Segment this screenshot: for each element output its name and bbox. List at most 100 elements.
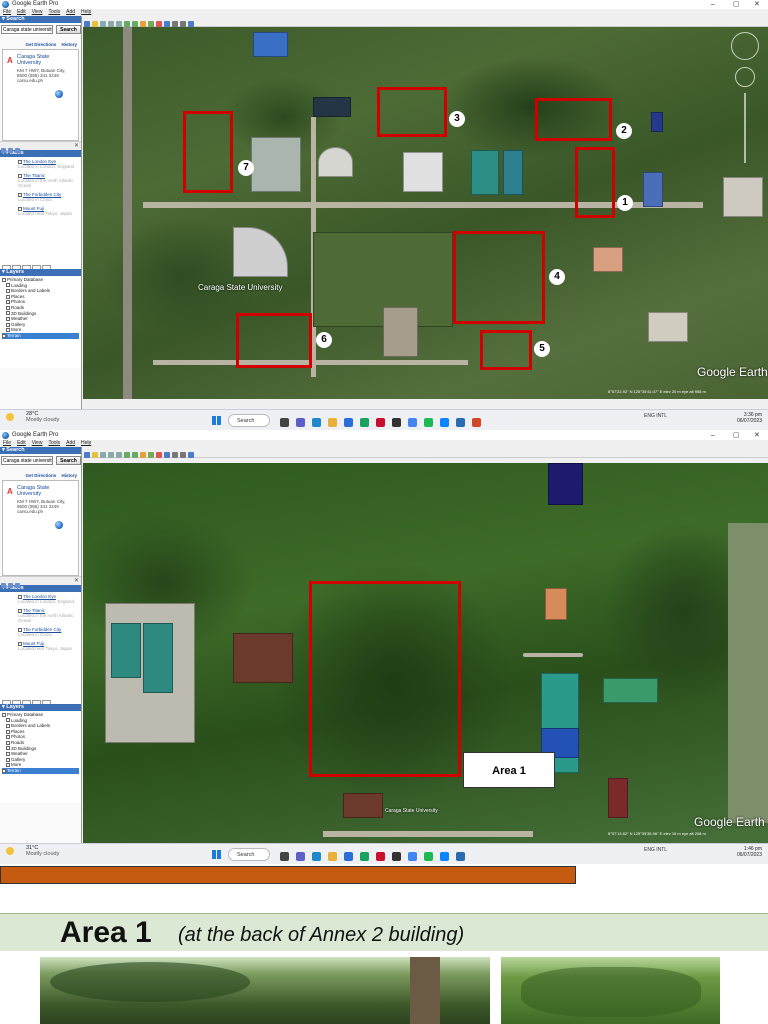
result-name[interactable]: Caraga State University: [17, 485, 57, 497]
checkbox[interactable]: [6, 751, 10, 756]
search-places-button[interactable]: [2, 700, 11, 704]
search-panel-header[interactable]: ▾ Search: [0, 447, 81, 454]
polygon-icon[interactable]: [100, 452, 106, 458]
checkbox[interactable]: [6, 735, 10, 740]
place-item[interactable]: Mount Fuji Located near Tokyo, Japan: [18, 206, 79, 216]
checkbox[interactable]: [6, 328, 10, 333]
menu-view[interactable]: View: [32, 440, 43, 446]
clock[interactable]: 1:46 pm 06/07/2023: [737, 846, 762, 858]
checkbox[interactable]: [6, 746, 10, 751]
maps-app-icon[interactable]: [360, 852, 369, 861]
share-icon[interactable]: [15, 583, 20, 588]
checkbox[interactable]: [6, 729, 10, 734]
folder-icon[interactable]: [328, 418, 337, 427]
photos-icon[interactable]: [440, 418, 449, 427]
place-item[interactable]: The London Eye Located in London, England: [18, 159, 79, 169]
globe-icon[interactable]: [55, 521, 63, 529]
view-button[interactable]: [12, 265, 21, 269]
save-image-icon[interactable]: [180, 452, 186, 458]
globe-icon[interactable]: [55, 90, 63, 98]
menu-edit[interactable]: Edit: [17, 440, 26, 446]
close-button[interactable]: ✕: [754, 0, 760, 9]
chrome-icon[interactable]: [408, 418, 417, 427]
menu-tools[interactable]: Tools: [48, 440, 60, 446]
close-button[interactable]: ✕: [754, 431, 760, 440]
file-explorer-icon[interactable]: [280, 418, 289, 427]
taskbar-search[interactable]: Search: [228, 414, 270, 427]
mcafee-icon[interactable]: [376, 852, 385, 861]
navigation-compass[interactable]: [731, 32, 759, 60]
store-icon[interactable]: [344, 418, 353, 427]
dell-icon[interactable]: [392, 418, 401, 427]
down-button[interactable]: [42, 265, 51, 269]
view-button[interactable]: [12, 700, 21, 704]
close-icon[interactable]: ✕: [74, 577, 79, 584]
windows-start-icon[interactable]: [212, 416, 221, 425]
map-place-label[interactable]: Caraga State University: [198, 283, 282, 292]
menu-help[interactable]: Help: [81, 9, 91, 15]
language-indicator[interactable]: ENG INTL: [644, 847, 667, 853]
menu-add[interactable]: Add: [66, 440, 75, 446]
checkbox[interactable]: [6, 311, 10, 316]
get-directions-link[interactable]: Get Directions: [25, 473, 56, 478]
history-link[interactable]: History: [61, 42, 77, 47]
menu-file[interactable]: File: [3, 440, 11, 446]
checkbox[interactable]: [6, 763, 10, 768]
search-panel-header[interactable]: ▾ Search: [0, 16, 81, 23]
menu-add[interactable]: Add: [66, 9, 75, 15]
chat-icon[interactable]: [296, 852, 305, 861]
search-places-button[interactable]: [2, 265, 11, 269]
menu-file[interactable]: File: [3, 9, 11, 15]
weather-icon[interactable]: [6, 413, 14, 421]
checkbox[interactable]: [2, 277, 6, 282]
map-place-label[interactable]: Caraga State University: [385, 808, 438, 814]
google-earth-app-icon[interactable]: [456, 418, 465, 427]
checkbox[interactable]: [6, 289, 10, 293]
sun-icon[interactable]: [140, 452, 146, 458]
menu-help[interactable]: Help: [81, 440, 91, 446]
store-icon[interactable]: [344, 852, 353, 861]
edge-icon[interactable]: [312, 418, 321, 427]
photos-icon[interactable]: [440, 852, 449, 861]
maximize-button[interactable]: ▢: [733, 431, 740, 440]
overlay-icon[interactable]: [116, 452, 122, 458]
search-input[interactable]: Caraga state university: [1, 456, 53, 465]
weather-icon[interactable]: [6, 847, 14, 855]
zoom-slider[interactable]: [744, 93, 746, 163]
checkbox[interactable]: [6, 322, 10, 327]
edge-icon[interactable]: [312, 852, 321, 861]
checkbox[interactable]: [6, 757, 10, 762]
get-directions-link[interactable]: Get Directions: [25, 42, 56, 47]
sidebar-toggle-icon[interactable]: [84, 452, 90, 458]
file-explorer-icon[interactable]: [280, 852, 289, 861]
menu-view[interactable]: View: [32, 9, 43, 15]
checkbox[interactable]: [2, 768, 6, 773]
minimize-button[interactable]: –: [711, 0, 715, 9]
checkbox[interactable]: [6, 283, 10, 288]
look-joystick[interactable]: [735, 67, 755, 87]
checkbox[interactable]: [6, 718, 10, 723]
maps-app-icon[interactable]: [360, 418, 369, 427]
up-button[interactable]: [32, 265, 41, 269]
map-view[interactable]: 7 3 2 1 4 5 6 Caraga State University Go…: [83, 16, 768, 410]
spotify-icon[interactable]: [424, 852, 433, 861]
minimize-button[interactable]: –: [711, 431, 715, 440]
satellite-image[interactable]: Area 1 Caraga State University Google Ea…: [83, 463, 768, 843]
map-view[interactable]: Area 1 Caraga State University Google Ea…: [83, 447, 768, 843]
place-item[interactable]: The Titanic Located in the north Atlantic…: [18, 608, 79, 623]
layers-panel-header[interactable]: ▾ Layers: [0, 269, 81, 276]
planet-icon[interactable]: [148, 452, 154, 458]
blank-field[interactable]: [22, 265, 31, 269]
windows-start-icon[interactable]: [212, 850, 221, 859]
history-icon[interactable]: [132, 452, 138, 458]
maps-icon[interactable]: [188, 452, 194, 458]
search-button[interactable]: Search: [56, 25, 81, 34]
blank-field[interactable]: [22, 700, 31, 704]
place-item[interactable]: The Forbidden City Located in China: [18, 627, 79, 637]
menu-edit[interactable]: Edit: [17, 9, 26, 15]
checkbox[interactable]: [6, 724, 10, 728]
checkbox[interactable]: [2, 712, 6, 717]
checkbox[interactable]: [6, 316, 10, 321]
place-item[interactable]: The London Eye Located in London, England: [18, 594, 79, 604]
ruler-icon[interactable]: [156, 452, 162, 458]
